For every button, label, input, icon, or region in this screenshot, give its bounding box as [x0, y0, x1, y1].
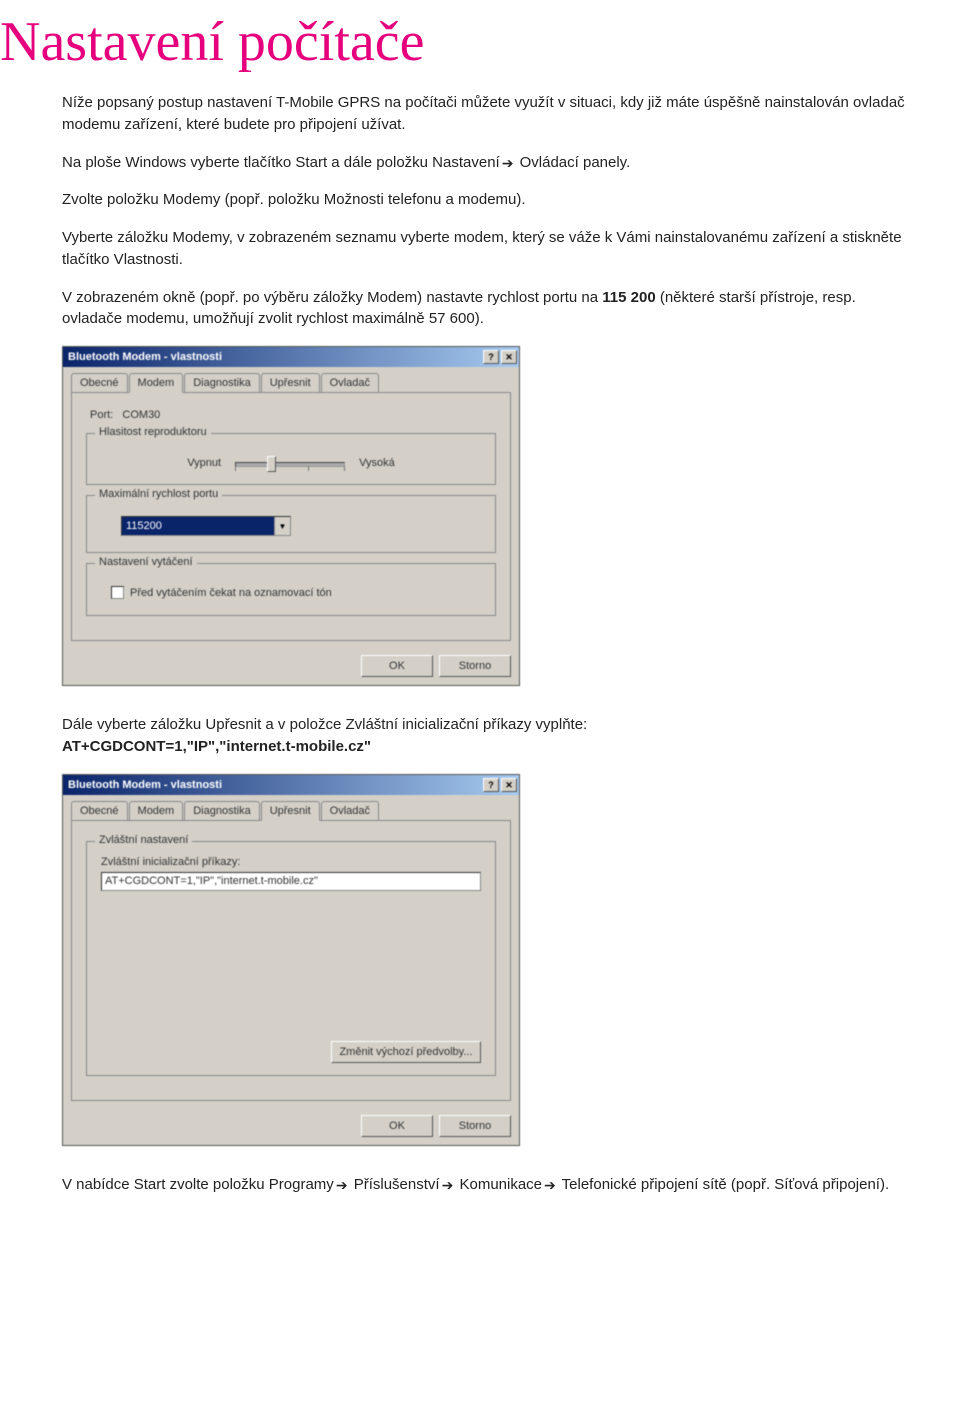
tab-body: Zvláštní nastavení Zvláštní inicializačn…: [71, 821, 511, 1101]
tabstrip: Obecné Modem Diagnostika Upřesnit Ovlada…: [71, 801, 511, 821]
dialog-title: Bluetooth Modem - vlastnosti: [68, 779, 222, 791]
text: Příslušenství: [350, 1176, 440, 1193]
tab-diagnostics[interactable]: Diagnostika: [184, 373, 259, 392]
step-start-settings: Na ploše Windows vyberte tlačítko Start …: [62, 152, 914, 174]
tab-modem[interactable]: Modem: [129, 373, 184, 393]
step-modems: Zvolte položku Modemy (popř. položku Mož…: [62, 189, 914, 211]
arrow-icon: ➔: [442, 1175, 454, 1195]
ok-button[interactable]: OK: [361, 655, 433, 677]
intro-paragraph: Níže popsaný postup nastavení T-Mobile G…: [62, 92, 914, 136]
tab-body: Port: COM30 Hlasitost reproduktoru Vypnu…: [71, 393, 511, 641]
chevron-down-icon[interactable]: ▼: [274, 517, 290, 535]
titlebar: Bluetooth Modem - vlastnosti ? ✕: [63, 775, 519, 795]
cancel-button[interactable]: Storno: [439, 1115, 511, 1137]
port-label: Port:: [90, 409, 113, 421]
close-button[interactable]: ✕: [501, 350, 517, 364]
step-advanced-tab: Dále vyberte záložku Upřesnit a v položc…: [62, 714, 914, 758]
volume-slider[interactable]: [235, 454, 345, 472]
slider-thumb[interactable]: [267, 456, 276, 472]
tab-driver[interactable]: Ovladač: [321, 373, 379, 392]
arrow-icon: ➔: [502, 153, 514, 173]
text: Dále vyberte záložku Upřesnit a v položc…: [62, 716, 587, 733]
volume-high-label: Vysoká: [359, 457, 395, 469]
text: V zobrazeném okně (popř. po výběru zálož…: [62, 289, 602, 306]
group-title: Nastavení vytáčení: [95, 556, 197, 568]
dial-settings-group: Nastavení vytáčení Před vytáčením čekat …: [86, 563, 496, 616]
group-title: Maximální rychlost portu: [95, 488, 222, 500]
modem-properties-dialog-1: Bluetooth Modem - vlastnosti ? ✕ Obecné …: [62, 346, 520, 686]
init-commands-input[interactable]: [101, 872, 481, 891]
extra-settings-group: Zvláštní nastavení Zvláštní inicializačn…: [86, 841, 496, 1076]
step-port-speed: V zobrazeném okně (popř. po výběru zálož…: [62, 287, 914, 331]
arrow-icon: ➔: [336, 1175, 348, 1195]
checkbox-label: Před vytáčením čekat na oznamovací tón: [130, 587, 332, 599]
modem-properties-dialog-2: Bluetooth Modem - vlastnosti ? ✕ Obecné …: [62, 774, 520, 1146]
titlebar: Bluetooth Modem - vlastnosti ? ✕: [63, 347, 519, 367]
init-commands-label: Zvláštní inicializační příkazy:: [101, 856, 481, 868]
port-speed-value: 115 200: [602, 289, 655, 306]
tab-driver[interactable]: Ovladač: [321, 801, 379, 820]
page-title: Nastavení počítače: [0, 0, 960, 92]
wait-dialtone-checkbox[interactable]: [111, 586, 124, 599]
text: Komunikace: [455, 1176, 542, 1193]
close-button[interactable]: ✕: [501, 778, 517, 792]
help-button[interactable]: ?: [483, 778, 499, 792]
tabstrip: Obecné Modem Diagnostika Upřesnit Ovlada…: [71, 373, 511, 393]
tab-diagnostics[interactable]: Diagnostika: [184, 801, 259, 820]
change-defaults-button[interactable]: Změnit výchozí předvolby...: [331, 1041, 481, 1063]
dialog-title: Bluetooth Modem - vlastnosti: [68, 351, 222, 363]
help-button[interactable]: ?: [483, 350, 499, 364]
tab-advanced[interactable]: Upřesnit: [261, 373, 320, 392]
tab-modem[interactable]: Modem: [129, 801, 184, 820]
group-title: Hlasitost reproduktoru: [95, 426, 211, 438]
volume-low-label: Vypnut: [187, 457, 221, 469]
max-port-speed-group: Maximální rychlost portu 115200 ▼: [86, 495, 496, 553]
tab-general[interactable]: Obecné: [71, 373, 128, 392]
at-command: AT+CGDCONT=1,"IP","internet.t-mobile.cz": [62, 738, 371, 755]
group-title: Zvláštní nastavení: [95, 834, 192, 846]
text: Ovládací panely.: [515, 154, 630, 171]
ok-button[interactable]: OK: [361, 1115, 433, 1137]
speaker-volume-group: Hlasitost reproduktoru Vypnut Vysoká: [86, 433, 496, 485]
tab-general[interactable]: Obecné: [71, 801, 128, 820]
port-speed-combo[interactable]: 115200 ▼: [121, 516, 291, 536]
step-select-modem: Vyberte záložku Modemy, v zobrazeném sez…: [62, 227, 914, 271]
cancel-button[interactable]: Storno: [439, 655, 511, 677]
combo-value: 115200: [126, 520, 162, 532]
step-programs-path: V nabídce Start zvolte položku Programy➔…: [62, 1174, 914, 1196]
text: Na ploše Windows vyberte tlačítko Start …: [62, 154, 500, 171]
text: V nabídce Start zvolte položku Programy: [62, 1176, 334, 1193]
port-value: COM30: [122, 409, 160, 421]
tab-advanced[interactable]: Upřesnit: [261, 801, 320, 821]
text: Telefonické připojení sítě (popř. Síťová…: [558, 1176, 889, 1193]
arrow-icon: ➔: [544, 1175, 556, 1195]
